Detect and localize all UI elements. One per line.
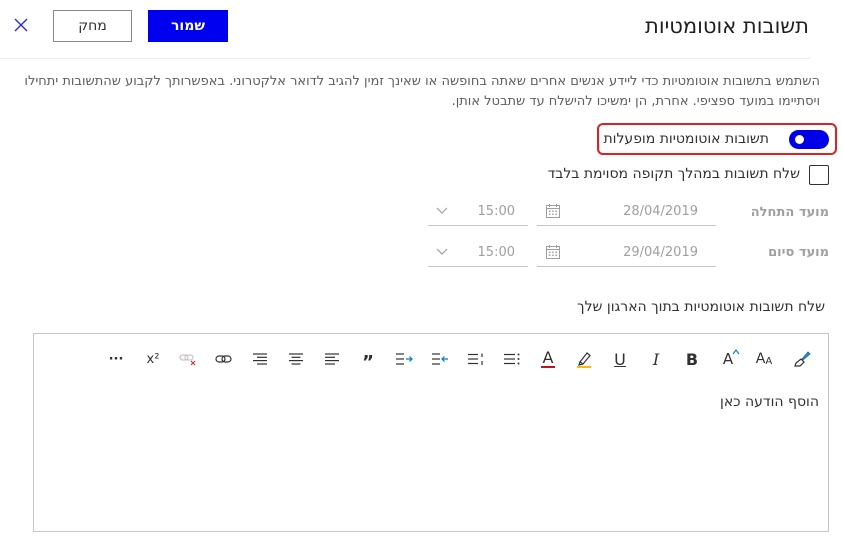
paintbrush-icon: [794, 351, 811, 367]
align-left-icon: [325, 353, 339, 365]
bullet-list-button[interactable]: [500, 347, 524, 371]
indent-decrease-icon: [432, 353, 448, 365]
time-period-checkbox[interactable]: [809, 165, 829, 185]
font-size-button[interactable]: A: [716, 347, 740, 371]
font-button[interactable]: A A: [752, 347, 776, 371]
chevron-down-icon: [436, 207, 448, 214]
end-time-value: 15:00: [477, 245, 515, 260]
close-button[interactable]: [10, 14, 32, 36]
message-placeholder: הוסף הודעה כאן: [720, 394, 819, 410]
end-time-dropdown[interactable]: 15:00: [428, 240, 528, 267]
numbered-list-icon: [468, 353, 483, 365]
page-title: תשובות אוטומטיות: [645, 14, 809, 38]
save-button[interactable]: שמור: [148, 10, 228, 42]
font-color-button[interactable]: A: [536, 347, 560, 371]
font-icon-small: A: [765, 355, 773, 367]
increase-indent-button[interactable]: [392, 347, 416, 371]
chevron-down-icon: [436, 248, 448, 255]
align-center-icon: [289, 353, 303, 365]
start-time-dropdown[interactable]: 15:00: [428, 199, 528, 226]
decrease-indent-button[interactable]: [428, 347, 452, 371]
more-options-button[interactable]: ···: [104, 347, 128, 371]
italic-button[interactable]: I: [644, 347, 668, 371]
header-divider: [0, 58, 810, 59]
start-date-picker[interactable]: 28/04/2019: [537, 199, 716, 226]
font-color-bar: [541, 366, 555, 368]
toggle-knob: [795, 135, 804, 144]
align-right-button[interactable]: [248, 347, 272, 371]
description-text: השתמש בתשובות אוטומטיות כדי ליידע אנשים …: [24, 74, 820, 109]
calendar-icon: [546, 204, 560, 218]
org-section-label: שלח תשובות אוטומטיות בתוך הארגון שלך: [577, 299, 825, 315]
auto-reply-toggle[interactable]: [789, 130, 829, 149]
start-date-value: 28/04/2019: [623, 204, 698, 219]
font-icon: A: [755, 351, 766, 367]
close-icon: [14, 18, 28, 32]
unlink-icon: [179, 354, 196, 366]
align-left-button[interactable]: [320, 347, 344, 371]
align-center-button[interactable]: [284, 347, 308, 371]
link-icon: [215, 355, 232, 363]
remove-link-button[interactable]: [176, 347, 200, 371]
end-date-picker[interactable]: 29/04/2019: [537, 240, 716, 267]
auto-reply-toggle-label: תשובות אוטומטיות מופעלות: [603, 131, 769, 147]
quote-button[interactable]: ”: [356, 347, 380, 373]
highlighter-icon: [577, 352, 591, 368]
bullet-list-icon: [504, 353, 520, 365]
font-color-icon: A: [542, 348, 554, 367]
bold-button[interactable]: B: [680, 347, 704, 371]
discard-button[interactable]: מחק: [53, 10, 132, 42]
insert-link-button[interactable]: [212, 347, 236, 371]
time-period-checkbox-label: שלח תשובות במהלך תקופה מסוימת בלבד: [547, 166, 800, 182]
superscript-button[interactable]: x²: [141, 347, 165, 371]
calendar-icon: [546, 245, 560, 259]
underline-button[interactable]: U: [608, 347, 632, 371]
start-time-value: 15:00: [477, 204, 515, 219]
align-right-icon: [253, 353, 267, 365]
font-size-caret-icon: [732, 349, 740, 355]
indent-increase-icon: [396, 353, 413, 365]
start-time-label: מועד התחלה: [750, 205, 829, 220]
end-time-label: מועד סיום: [768, 245, 829, 260]
format-painter-button[interactable]: [790, 347, 814, 371]
numbered-list-button[interactable]: [464, 347, 488, 371]
end-date-value: 29/04/2019: [623, 245, 698, 260]
highlight-button[interactable]: [572, 347, 596, 371]
